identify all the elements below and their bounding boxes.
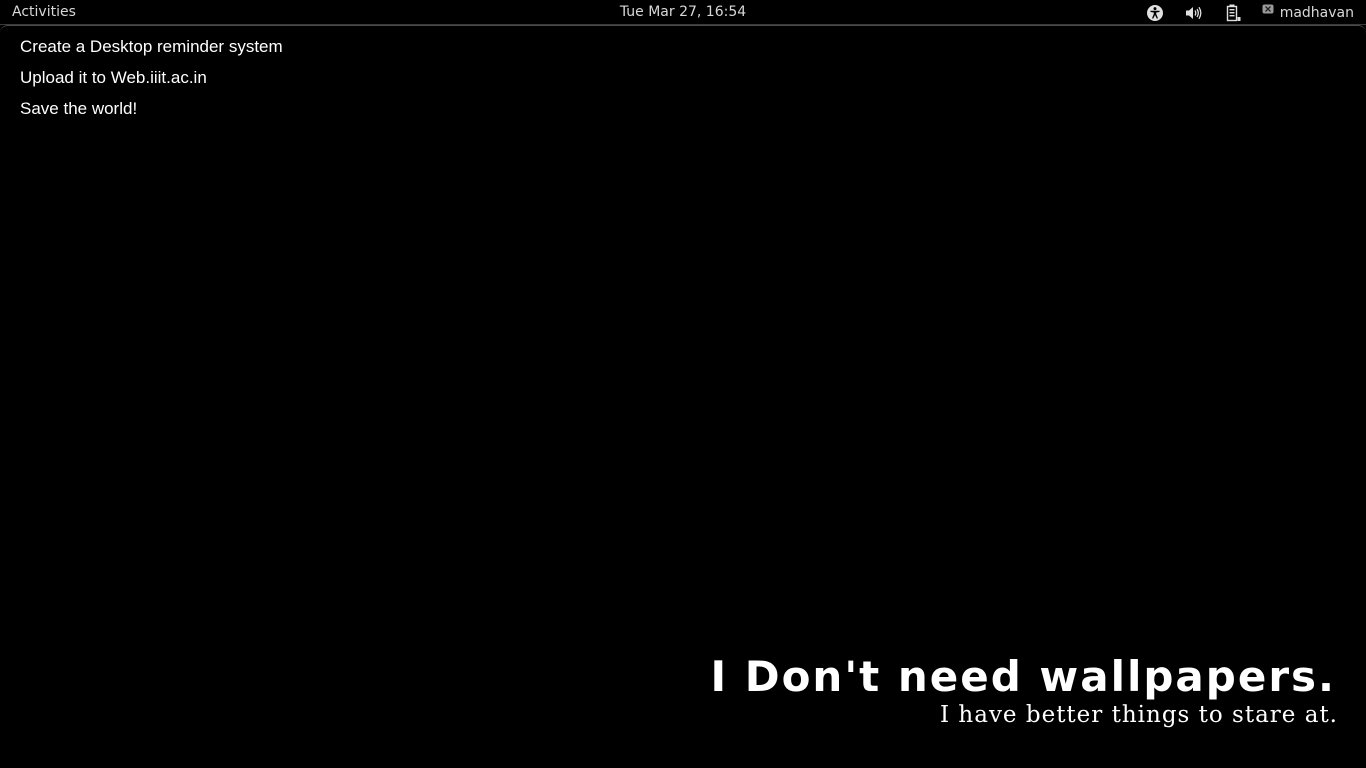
volume-icon[interactable] bbox=[1184, 3, 1204, 23]
wallpaper-text: I Don't need wallpapers. I have better t… bbox=[710, 652, 1338, 728]
wallpaper-headline: I Don't need wallpapers. bbox=[710, 652, 1336, 701]
reminder-item: Create a Desktop reminder system bbox=[20, 37, 283, 56]
reminder-item: Upload it to Web.iiit.ac.in bbox=[20, 68, 207, 87]
wallpaper-subline: I have better things to stare at. bbox=[940, 702, 1338, 728]
presence-offline-icon bbox=[1262, 2, 1274, 18]
top-panel: Activities Tue Mar 27, 16:54 madhavan bbox=[0, 0, 1366, 25]
reminder-list: Create a Desktop reminder system Upload … bbox=[20, 31, 283, 124]
user-name: madhavan bbox=[1279, 5, 1354, 21]
battery-icon[interactable] bbox=[1223, 3, 1243, 23]
accessibility-icon[interactable] bbox=[1145, 3, 1165, 23]
reminder-item: Save the world! bbox=[20, 99, 138, 118]
user-menu[interactable]: madhavan bbox=[1262, 3, 1354, 23]
